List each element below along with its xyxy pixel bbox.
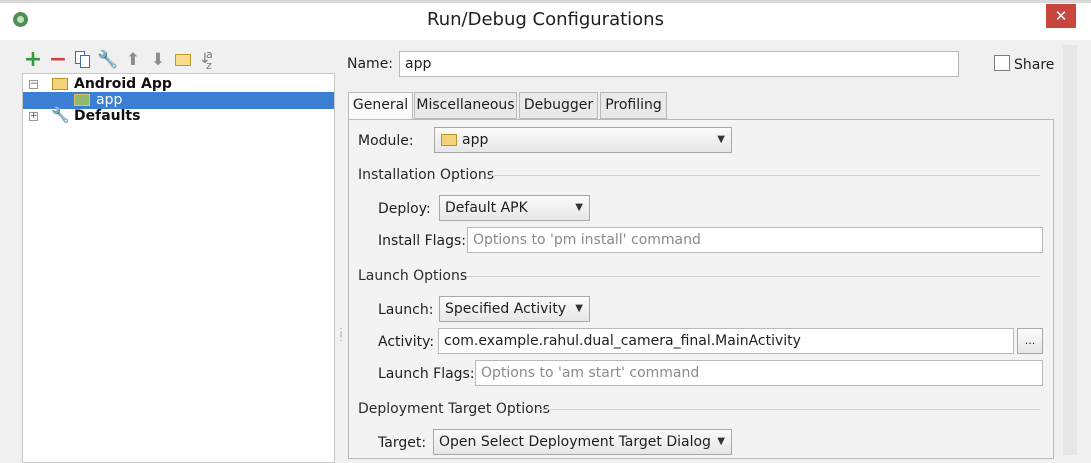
install-flags-label: Install Flags: bbox=[378, 233, 467, 249]
target-value: Open Select Deployment Target Dialog bbox=[439, 434, 711, 450]
separator bbox=[538, 409, 1040, 410]
collapse-icon[interactable]: − bbox=[29, 80, 38, 89]
sort-icon-bottom: z bbox=[206, 59, 212, 72]
expand-icon[interactable]: + bbox=[29, 112, 38, 121]
install-flags-input[interactable]: Options to 'pm install' command bbox=[467, 227, 1043, 253]
name-field[interactable]: app bbox=[399, 51, 959, 77]
app-module-icon bbox=[74, 94, 90, 106]
defaults-wrench-icon: 🔧 bbox=[51, 106, 70, 124]
tree-item-android-app[interactable]: − Android App bbox=[23, 76, 334, 93]
window-title: Run/Debug Configurations bbox=[427, 9, 664, 30]
chevron-down-icon: ▼ bbox=[717, 134, 725, 145]
deployment-target-title: Deployment Target Options bbox=[358, 401, 550, 417]
splitter-handle[interactable]: ⋮ ⋮ bbox=[336, 328, 346, 360]
browse-activity-button[interactable]: ... bbox=[1017, 328, 1043, 354]
sort-icon[interactable]: a ↓ z bbox=[197, 48, 219, 72]
share-label: Share bbox=[1014, 57, 1055, 73]
arrow-up-icon[interactable]: ⬆ bbox=[122, 48, 144, 72]
target-label: Target: bbox=[378, 435, 427, 451]
tree-item-label: Android App bbox=[74, 76, 172, 92]
launch-flags-input[interactable]: Options to 'am start' command bbox=[475, 360, 1043, 386]
activity-label: Activity: bbox=[378, 334, 435, 350]
wrench-icon[interactable]: 🔧 bbox=[97, 48, 119, 72]
launch-value: Specified Activity bbox=[445, 301, 567, 317]
separator bbox=[488, 175, 1040, 176]
chevron-down-icon: ▼ bbox=[717, 436, 725, 447]
deploy-value: Default APK bbox=[445, 200, 528, 216]
name-label: Name: bbox=[347, 56, 394, 72]
copy-icon[interactable] bbox=[72, 48, 94, 72]
tab-profiling[interactable]: Profiling bbox=[600, 92, 667, 119]
vertical-scrollbar[interactable] bbox=[1063, 45, 1077, 455]
launch-dropdown[interactable]: Specified Activity ▼ bbox=[439, 296, 590, 322]
installation-options-title: Installation Options bbox=[358, 167, 495, 183]
tab-debugger[interactable]: Debugger bbox=[519, 92, 598, 119]
tree-item-label: app bbox=[96, 92, 123, 108]
module-dropdown[interactable]: app ▼ bbox=[434, 127, 732, 153]
chevron-down-icon: ▼ bbox=[575, 303, 583, 314]
arrow-down-icon[interactable]: ⬇ bbox=[147, 48, 169, 72]
activity-input[interactable]: com.example.rahul.dual_camera_final.Main… bbox=[438, 328, 1014, 354]
chevron-down-icon: ▼ bbox=[575, 202, 583, 213]
remove-icon[interactable]: − bbox=[47, 48, 69, 72]
top-strip bbox=[0, 0, 1091, 3]
tree-item-label: Defaults bbox=[74, 108, 141, 124]
share-checkbox[interactable] bbox=[994, 55, 1010, 71]
launch-options-title: Launch Options bbox=[358, 268, 468, 284]
deploy-label: Deploy: bbox=[378, 201, 431, 217]
tree-item-defaults[interactable]: + 🔧 Defaults bbox=[23, 106, 334, 125]
close-button[interactable]: ✕ bbox=[1046, 4, 1076, 28]
module-label: Module: bbox=[358, 133, 414, 149]
folder-icon[interactable] bbox=[172, 48, 194, 72]
module-folder-icon bbox=[441, 134, 457, 146]
android-app-folder-icon bbox=[52, 78, 68, 90]
separator bbox=[466, 276, 1040, 277]
target-dropdown[interactable]: Open Select Deployment Target Dialog ▼ bbox=[433, 429, 732, 455]
add-icon[interactable]: + bbox=[22, 48, 44, 72]
launch-flags-label: Launch Flags: bbox=[378, 366, 475, 382]
launch-label: Launch: bbox=[378, 302, 434, 318]
deploy-dropdown[interactable]: Default APK ▼ bbox=[439, 195, 590, 221]
module-value: app bbox=[462, 132, 489, 148]
tab-miscellaneous[interactable]: Miscellaneous bbox=[414, 92, 517, 119]
tab-general[interactable]: General bbox=[348, 92, 413, 120]
configuration-tree: − Android App app + 🔧 Defaults bbox=[22, 73, 335, 463]
